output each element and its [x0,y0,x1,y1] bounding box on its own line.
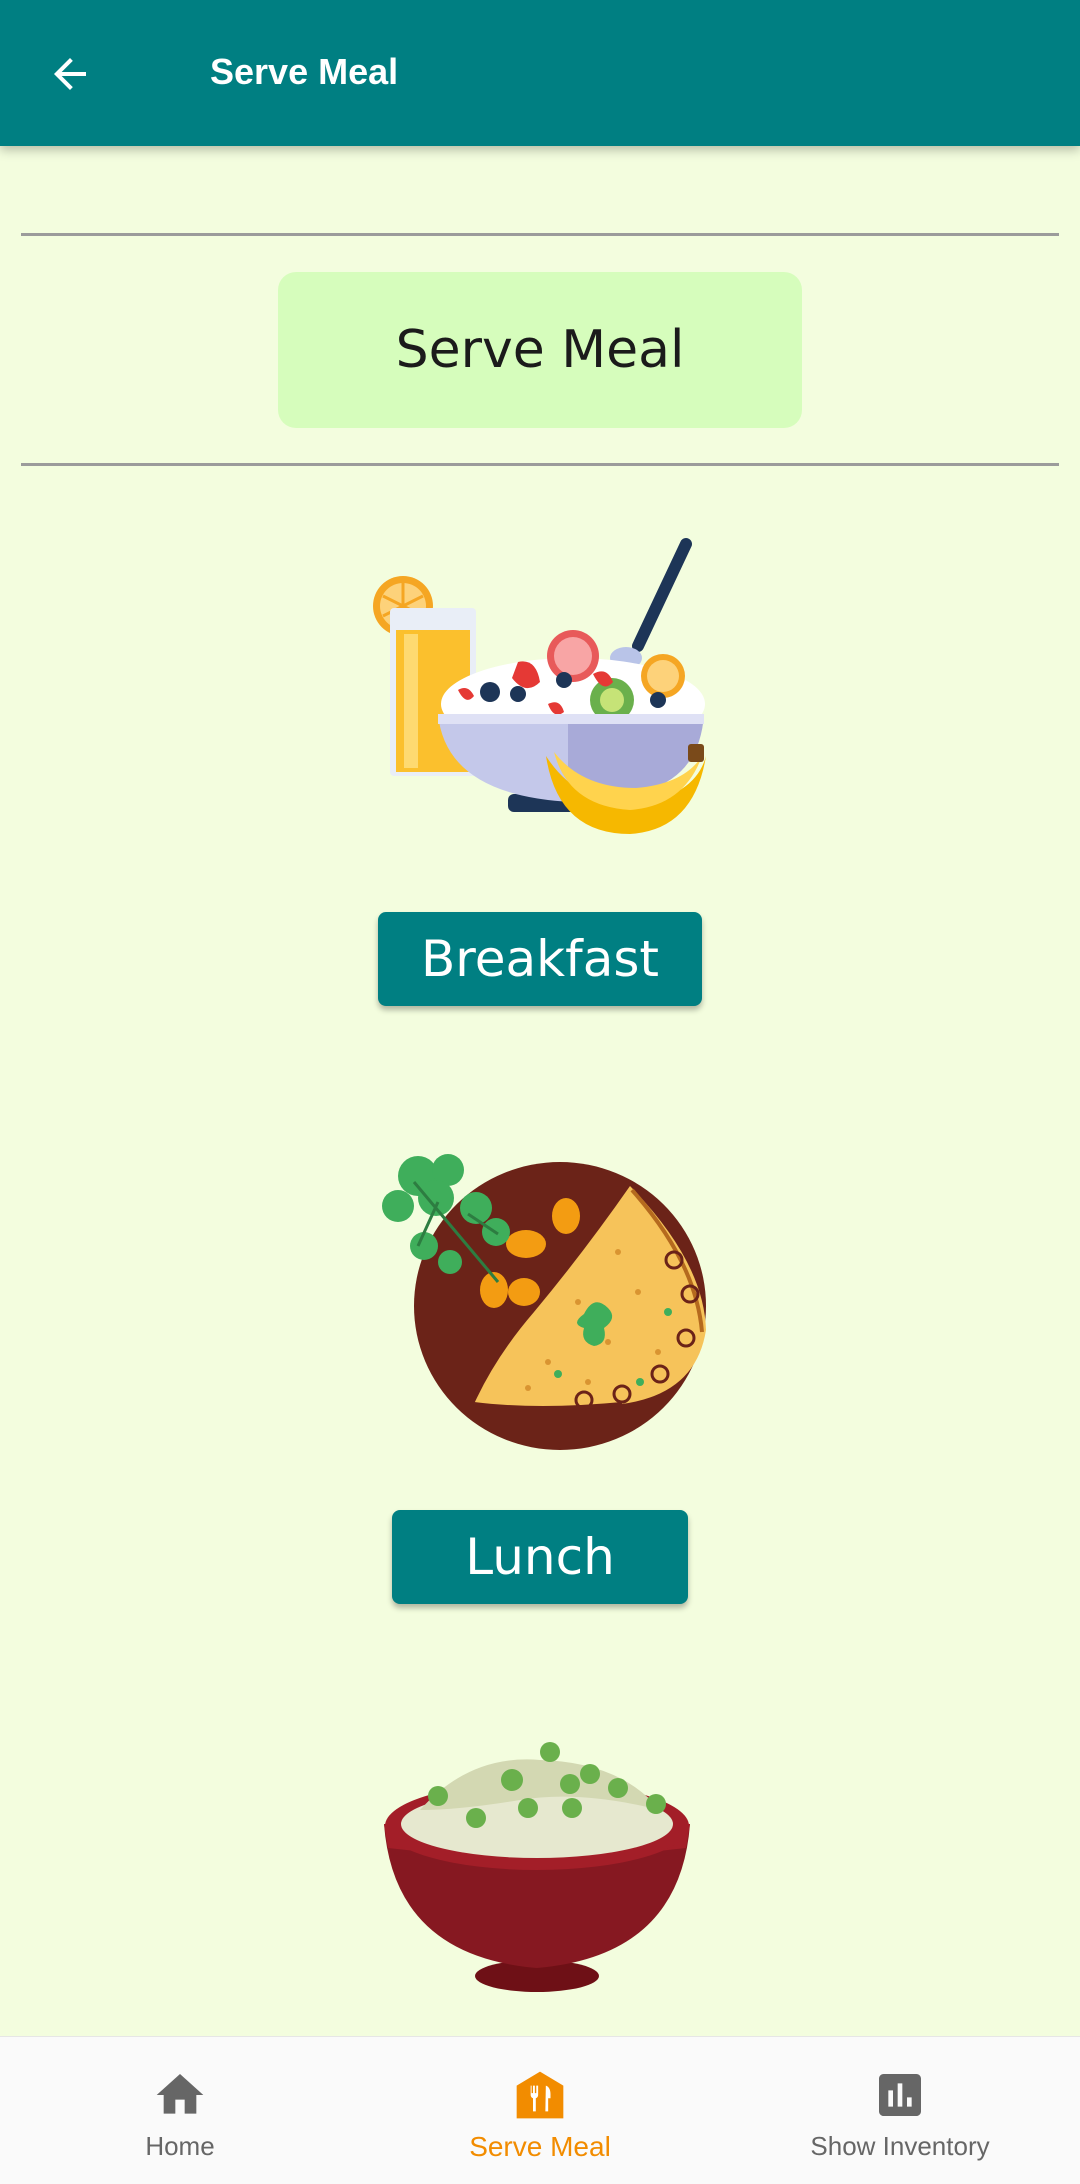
breakfast-button[interactable]: Breakfast [378,912,702,1006]
home-icon [156,2074,204,2114]
bottom-navigation: Home Serve Meal Show Inventory [0,2036,1080,2184]
lunch-plate-image [382,1154,706,1450]
back-button[interactable] [34,38,106,110]
divider-top [21,233,1059,236]
section-heading: Serve Meal [395,320,685,380]
serve-meal-icon [516,2071,564,2119]
nav-label-serve-meal: Serve Meal [469,2131,611,2162]
heading-card: Serve Meal [278,272,802,428]
divider-bottom [21,463,1059,466]
lunch-button[interactable]: Lunch [392,1510,688,1604]
nav-item-home[interactable]: Home [0,2037,360,2184]
page-title: Serve Meal [210,51,399,92]
dinner-bowl-image [384,1742,690,1992]
nav-label-home: Home [145,2131,215,2161]
arrow-left-icon [54,58,86,90]
nav-label-show-inventory: Show Inventory [810,2131,990,2161]
bar-chart-icon [879,2074,921,2116]
app-bar: Serve Meal [0,0,1080,146]
breakfast-bowl-image [373,538,706,834]
nav-item-serve-meal[interactable]: Serve Meal [360,2037,720,2184]
nav-item-show-inventory[interactable]: Show Inventory [720,2037,1080,2184]
